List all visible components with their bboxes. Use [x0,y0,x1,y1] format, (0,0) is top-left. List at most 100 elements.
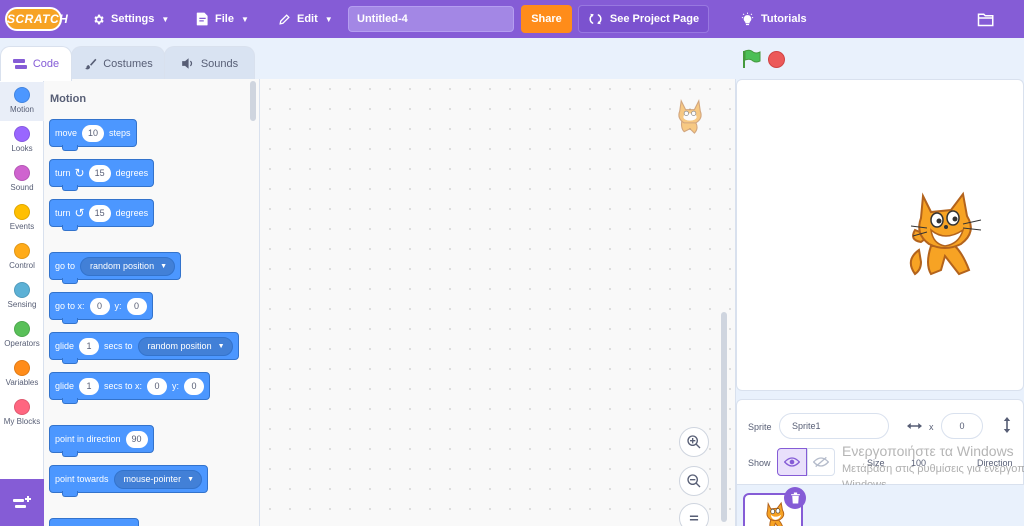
category-variables[interactable]: Variables [0,355,44,394]
project-title-input[interactable] [348,6,514,32]
category-sensing[interactable]: Sensing [0,277,44,316]
zoom-reset-button[interactable] [679,503,709,526]
go-to-target-dropdown[interactable]: random position ▼ [80,256,176,276]
block-go-to[interactable]: go to random position ▼ [49,252,182,284]
block-text: turn [55,208,71,218]
tutorials-button[interactable]: Tutorials [740,0,807,38]
category-events[interactable]: Events [0,199,44,238]
block-point-in-direction[interactable]: point in direction 90 [49,425,154,457]
block-text: degrees [115,168,149,178]
block-move-steps[interactable]: move 10 steps [49,119,137,151]
sprite-name-input[interactable]: Sprite1 [779,413,889,439]
dropdown-value: random position [147,341,212,351]
chevron-down-icon: ▼ [324,14,333,24]
cat-sprite-icon[interactable] [901,190,987,284]
secs-input[interactable]: 1 [79,337,100,355]
category-label: Events [9,222,35,231]
block-text: glide [55,381,75,391]
palette-title: Motion [50,93,87,105]
tab-sounds[interactable]: Sounds [164,46,255,80]
category-label: My Blocks [3,417,41,426]
file-label: File [215,13,234,25]
x-input[interactable]: 0 [89,297,110,315]
category-control[interactable]: Control [0,238,44,277]
stop-button[interactable] [768,51,785,68]
sensing-dot-icon [14,282,30,298]
tab-code[interactable]: Code [0,46,72,81]
glide-target-dropdown[interactable]: random position ▼ [137,336,233,356]
block-text: y: [172,381,180,391]
degrees-input[interactable]: 15 [88,164,111,182]
palette-scrollbar[interactable] [250,81,256,121]
show-sprite-button[interactable] [777,448,807,476]
block-palette: Motion move 10 steps turn ↻ 15 degrees t… [44,79,260,526]
category-label: Looks [11,144,33,153]
block-glide-to[interactable]: glide 1 secs to random position ▼ [49,332,239,364]
block-turn-left[interactable]: turn ↺ 15 degrees [49,199,155,231]
editor-tabs: Code Costumes Sounds [0,38,736,81]
chevron-down-icon: ▼ [161,14,170,24]
sound-dot-icon [14,165,30,181]
zoom-out-button[interactable] [679,466,709,496]
tab-costumes[interactable]: Costumes [71,46,165,80]
scratch-logo[interactable]: SCRATCH [5,7,68,31]
block-text: glide [55,341,75,351]
hide-sprite-button[interactable] [807,448,835,476]
category-my-blocks[interactable]: My Blocks [0,394,44,433]
x-position-input[interactable]: 0 [941,413,983,439]
stage-header [736,38,1024,79]
zoom-in-button[interactable] [679,427,709,457]
delete-sprite-button[interactable] [784,487,806,509]
speaker-icon [182,58,192,69]
workspace-scrollbar[interactable] [721,312,727,522]
trash-icon [790,492,800,504]
category-menu: Motion Looks Sound Events Control Sensin… [0,79,44,526]
equals-icon [689,515,699,521]
category-operators[interactable]: Operators [0,316,44,355]
block-text: steps [109,128,131,138]
category-label: Motion [9,105,34,114]
block-point-towards[interactable]: point towards mouse-pointer ▼ [49,465,208,497]
sprite-name-value: Sprite1 [792,421,821,431]
block-turn-right[interactable]: turn ↻ 15 degrees [49,159,155,191]
code-workspace[interactable] [260,79,736,526]
settings-label: Settings [111,13,155,25]
block-text: point in direction [55,434,121,444]
direction-input[interactable]: 90 [125,430,148,448]
category-looks[interactable]: Looks [0,121,44,160]
share-button[interactable]: Share [521,5,572,33]
dropdown-value: mouse-pointer [123,474,182,484]
green-flag-icon[interactable] [740,49,762,69]
gear-icon [94,14,104,24]
block-partial[interactable] [49,518,139,526]
degrees-input[interactable]: 15 [88,204,111,222]
point-towards-dropdown[interactable]: mouse-pointer ▼ [113,469,202,489]
block-glide-to-xy[interactable]: glide 1 secs to x: 0 y: 0 [49,372,211,404]
add-extension-button[interactable] [0,479,44,526]
file-menu[interactable]: File ▼ [196,0,249,38]
category-label: Sound [10,183,34,192]
category-sound[interactable]: Sound [0,160,44,199]
steps-input[interactable]: 10 [82,124,105,142]
y-input[interactable]: 0 [184,377,205,395]
see-project-label: See Project Page [609,13,700,25]
category-motion[interactable]: Motion [0,82,44,121]
stage-canvas[interactable] [736,79,1024,391]
sprite-name-label: Sprite [748,422,772,432]
see-project-page-button[interactable]: See Project Page [578,5,709,33]
my-stuff-button[interactable] [977,0,1001,38]
pencil-icon [279,13,290,25]
block-go-to-xy[interactable]: go to x: 0 y: 0 [49,292,153,324]
x-input[interactable]: 0 [147,377,168,395]
settings-menu[interactable]: Settings ▼ [92,0,169,38]
operators-dot-icon [14,321,30,337]
horizontal-arrows-icon [907,423,922,429]
secs-input[interactable]: 1 [79,377,100,395]
sprite-selector-pane [736,485,1024,526]
category-label: Operators [4,339,40,348]
events-dot-icon [14,204,30,220]
y-input[interactable]: 0 [126,297,147,315]
edit-menu[interactable]: Edit ▼ [278,0,333,38]
eye-slash-icon [813,456,829,468]
rotate-left-icon: ↺ [74,206,85,220]
